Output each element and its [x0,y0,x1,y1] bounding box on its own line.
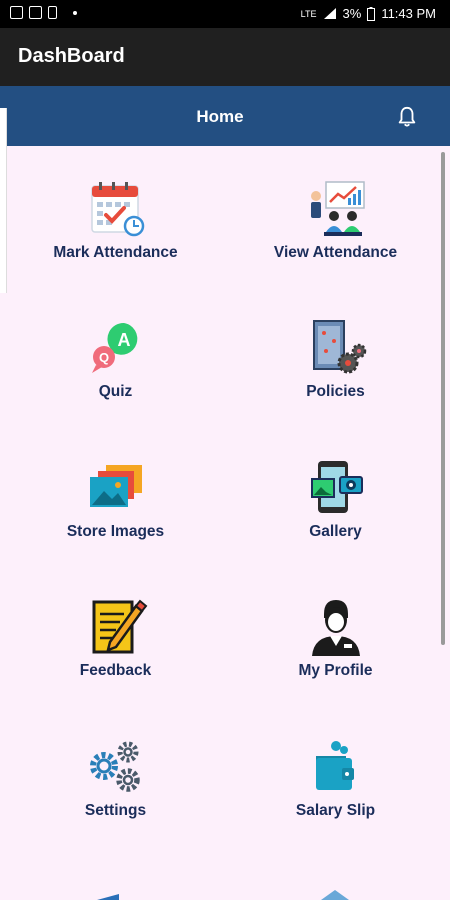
svg-text:A: A [117,330,130,350]
tile-label: Quiz [98,383,133,400]
presentation-chart-icon [310,181,365,236]
tile-label: Gallery [309,523,362,540]
quiz-bubbles-icon: A Q [91,322,137,373]
tile-label: View Attendance [273,244,398,261]
mail-notification-icon [29,6,42,19]
app-bar: DashBoard [0,28,450,86]
wallet-icon [315,741,354,790]
tile-gallery[interactable]: Gallery [223,457,448,587]
tile-my-profile[interactable]: My Profile [223,596,448,726]
tile-feedback[interactable]: Feedback [3,596,228,726]
tile-label: Mark Attendance [53,244,178,261]
tile-label: My Profile [298,662,373,679]
home-header: Home [0,86,450,146]
sim-notification-icon [48,6,57,19]
partial-tile-icon-left[interactable] [95,886,135,900]
phone-gallery-icon [310,461,363,513]
add-notification-icon [10,6,23,19]
user-profile-icon [311,600,360,656]
partial-icon [321,890,349,900]
tile-label: Salary Slip [295,802,376,819]
network-type: LTE [300,8,317,19]
photo-stack-icon [89,465,142,507]
partial-icon [97,894,119,900]
tile-label: Settings [84,802,147,819]
clock: 11:43 PM [381,6,436,21]
tile-quiz[interactable]: A Q Quiz [3,317,228,447]
tile-label: Store Images [66,523,165,540]
pencil-paper-icon [92,599,147,654]
tile-settings[interactable]: Settings [3,736,228,866]
more-notifications-icon [73,10,77,15]
battery-icon [367,6,376,21]
bell-icon[interactable] [396,106,418,128]
settings-gears-icon [89,741,140,792]
tile-salary-slip[interactable]: Salary Slip [223,736,448,866]
home-title: Home [196,107,244,126]
tile-view-attendance[interactable]: View Attendance [223,178,448,308]
tile-policies[interactable]: Policies [223,317,448,447]
signal-icon [323,8,336,19]
calendar-check-icon [90,182,144,237]
policies-gears-icon [312,320,366,374]
status-bar: LTE 3% 11:43 PM [0,0,450,28]
battery-level: 3% [342,6,362,21]
partial-tile-icon-right[interactable] [315,886,355,900]
app-title: DashBoard [18,45,125,67]
tile-label: Policies [306,383,365,400]
tile-store-images[interactable]: Store Images [3,457,228,587]
tile-mark-attendance[interactable]: Mark Attendance [3,178,228,308]
svg-text:Q: Q [98,350,108,365]
tile-label: Feedback [79,662,152,679]
